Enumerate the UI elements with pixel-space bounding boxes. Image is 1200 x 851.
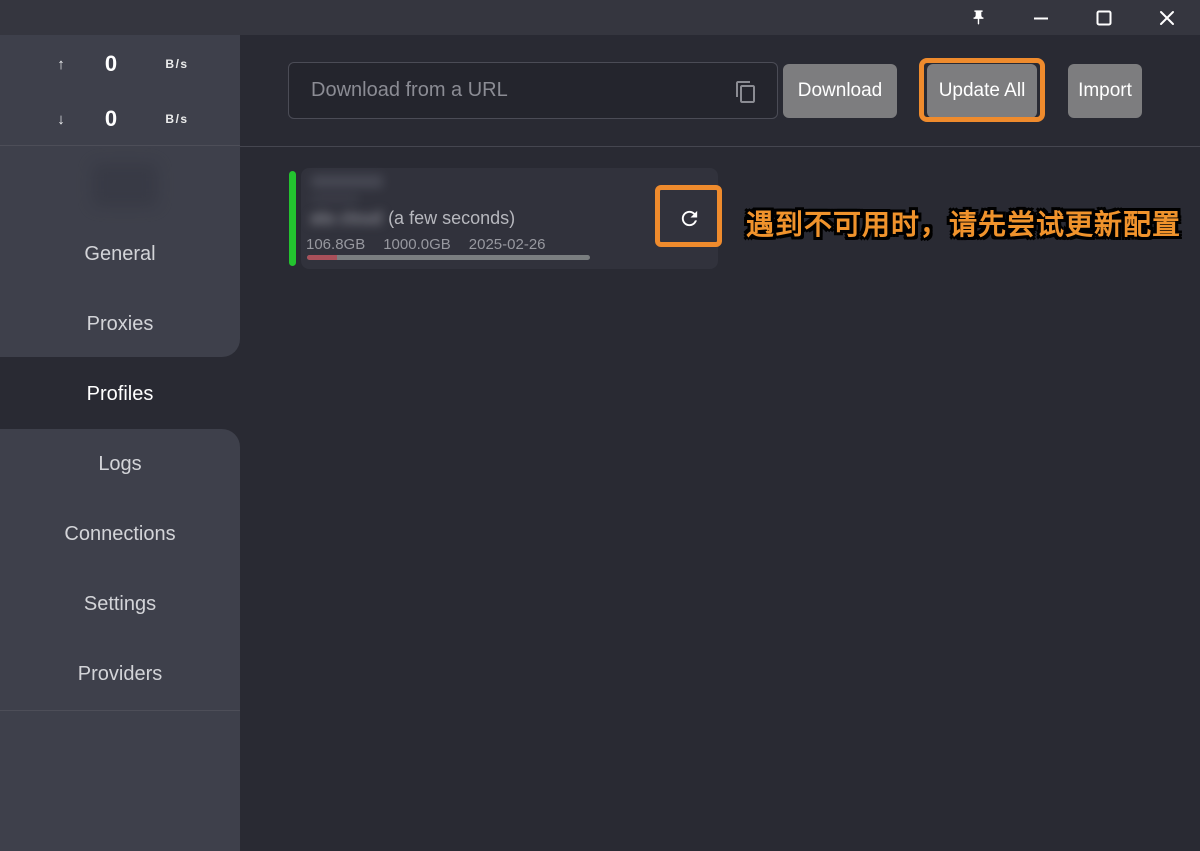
- minimize-icon: [1033, 10, 1049, 26]
- sidebar-item-label: Profiles: [87, 383, 154, 406]
- sidebar: ↑ 0 B/s ↓ 0 B/s General Proxies Profiles: [0, 35, 240, 851]
- sidebar-divider: [0, 710, 240, 711]
- update-all-button[interactable]: Update All: [927, 64, 1037, 118]
- sidebar-item-label: Providers: [78, 663, 162, 686]
- sidebar-item-label: General: [84, 243, 155, 266]
- main-content: Download Update All Import ala cloud (a f…: [240, 35, 1200, 851]
- app-window: ↑ 0 B/s ↓ 0 B/s General Proxies Profiles: [0, 0, 1200, 851]
- active-profile-indicator: [289, 171, 296, 266]
- download-speed-unit: B/s: [152, 112, 202, 126]
- close-button[interactable]: [1140, 0, 1194, 35]
- update-hint-annotation: 遇到不可用时，请先尝试更新配置: [746, 203, 1200, 243]
- sidebar-item-logs[interactable]: Logs: [0, 429, 240, 499]
- sidebar-item-label: Logs: [98, 453, 141, 476]
- sidebar-item-proxies[interactable]: Proxies: [0, 289, 240, 359]
- refresh-icon: [678, 207, 701, 230]
- profile-name-redacted: ala cloud: [310, 208, 382, 228]
- minimize-button[interactable]: [1014, 0, 1068, 35]
- sidebar-top-section: ↑ 0 B/s ↓ 0 B/s General Proxies: [0, 35, 240, 357]
- sidebar-item-profiles[interactable]: Profiles: [0, 359, 240, 429]
- profile-stats: 106.8GB 1000.0GB 2025-02-26: [306, 236, 546, 253]
- download-button[interactable]: Download: [783, 64, 897, 118]
- sidebar-item-connections[interactable]: Connections: [0, 499, 240, 569]
- profile-refresh-button[interactable]: [667, 196, 711, 240]
- upload-arrow-icon: ↑: [52, 56, 70, 73]
- profile-name-line: ala cloud (a few seconds): [310, 208, 640, 232]
- profile-card[interactable]: ala cloud (a few seconds) 106.8GB 1000.0G…: [301, 168, 718, 269]
- url-input[interactable]: [288, 62, 778, 119]
- import-button[interactable]: Import: [1068, 64, 1142, 118]
- download-arrow-icon: ↓: [52, 111, 70, 128]
- traffic-total: 1000.0GB: [383, 236, 451, 253]
- sidebar-item-label: Connections: [64, 523, 175, 546]
- upload-speed-unit: B/s: [152, 57, 202, 71]
- upload-speed: ↑ 0 B/s: [0, 47, 240, 81]
- app-logo-redacted: [92, 163, 158, 207]
- download-speed-value: 0: [86, 106, 136, 132]
- copy-icon: [734, 80, 758, 104]
- close-icon: [1159, 10, 1175, 26]
- redacted-profile-badge: [311, 175, 383, 188]
- traffic-progress-fill: [307, 255, 337, 260]
- titlebar: [0, 0, 1200, 35]
- sidebar-item-general[interactable]: General: [0, 219, 240, 289]
- sidebar-divider: [0, 145, 240, 146]
- redacted-profile-meta: [311, 194, 359, 203]
- sidebar-item-providers[interactable]: Providers: [0, 639, 240, 709]
- maximize-button[interactable]: [1077, 0, 1131, 35]
- content-divider: [240, 146, 1200, 147]
- traffic-used: 106.8GB: [306, 236, 365, 253]
- maximize-icon: [1096, 10, 1112, 26]
- pin-icon[interactable]: [951, 0, 1005, 35]
- download-speed: ↓ 0 B/s: [0, 102, 240, 136]
- expire-date: 2025-02-26: [469, 236, 546, 253]
- traffic-progress-bar: [307, 255, 590, 260]
- upload-speed-value: 0: [86, 51, 136, 77]
- sidebar-bottom-section: Logs Connections Settings Providers 00 :…: [0, 429, 240, 851]
- sidebar-item-settings[interactable]: Settings: [0, 569, 240, 639]
- sidebar-item-label: Settings: [84, 593, 156, 616]
- sidebar-item-label: Proxies: [87, 313, 154, 336]
- pin-icon: [970, 9, 987, 26]
- profile-updated-ago: (a few seconds): [388, 208, 515, 228]
- paste-from-clipboard-button[interactable]: [732, 78, 760, 106]
